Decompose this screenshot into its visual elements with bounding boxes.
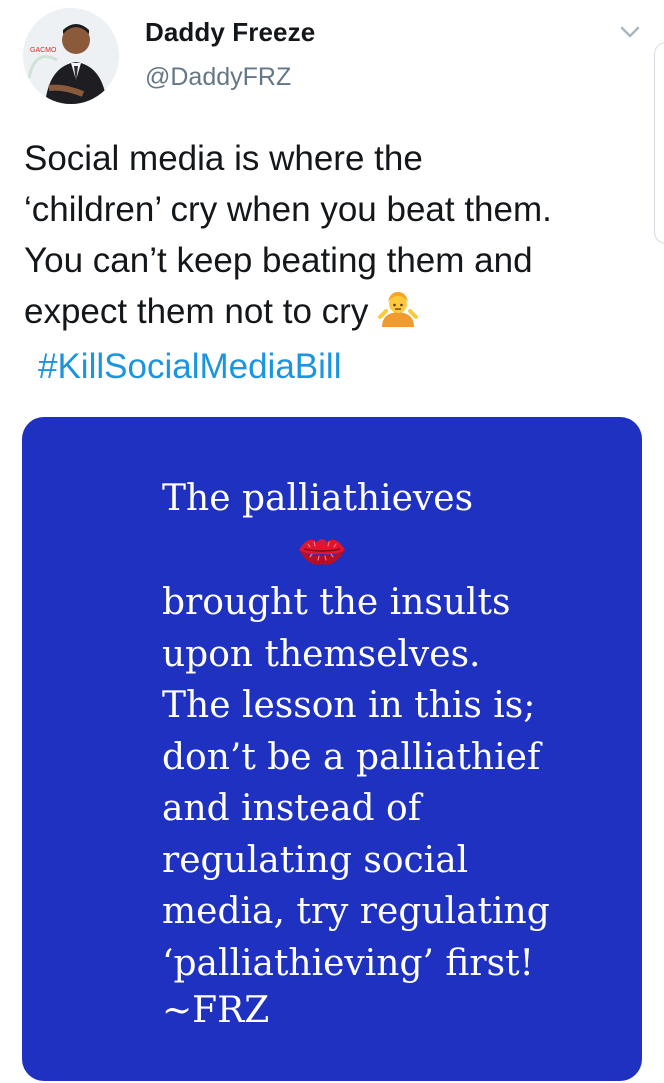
quote-first-line: The palliathieves <box>162 478 474 519</box>
quote-line: brought the insults <box>162 582 511 623</box>
avatar[interactable]: GACMO <box>23 8 119 104</box>
quote-line: don’t be a palliathief <box>162 736 541 778</box>
chevron-down-icon[interactable] <box>616 20 644 44</box>
tweet-text-line-last: expect them not to cry <box>24 286 654 341</box>
kiss-mark-icon <box>296 530 348 575</box>
avatar-badge-text: GACMO <box>30 47 57 54</box>
tweet-text-line: expect them not to cry <box>24 292 369 331</box>
tweet-text: Social media is where the ‘children’ cry… <box>24 133 654 392</box>
hashtag-link[interactable]: #KillSocialMediaBill <box>38 347 341 386</box>
author-display-name[interactable]: Daddy Freeze <box>145 17 315 48</box>
tweet-text-line: #KillSocialMediaBill <box>24 341 654 392</box>
tweet-text-line: Social media is where the <box>24 139 423 178</box>
tweet-text-line: ‘children’ cry when you beat them. <box>24 190 552 229</box>
quote-line: upon themselves. <box>162 633 481 675</box>
quote-line: ‘palliathieving’ first! <box>162 942 535 984</box>
quote-line: media, try regulating <box>162 891 550 932</box>
quote-line: The lesson in this is; <box>162 685 536 726</box>
avatar-image: GACMO <box>23 8 119 104</box>
quote-signature: ~FRZ <box>162 990 270 1031</box>
quote-body: brought the insults upon themselves. The… <box>162 577 550 989</box>
tweet: GACMO Daddy Freeze @DaddyFRZ Social medi… <box>0 0 664 1083</box>
tweet-text-line: You can’t keep beating them and <box>24 241 533 280</box>
person-shrugging-emoji <box>378 287 419 341</box>
side-scrollbar[interactable] <box>654 42 664 244</box>
author-handle[interactable]: @DaddyFRZ <box>145 63 291 92</box>
media-image[interactable]: The palliathieves brought the insults up… <box>22 417 642 1081</box>
quote-line: and instead of <box>162 788 422 829</box>
quote-line: regulating social <box>162 839 469 881</box>
